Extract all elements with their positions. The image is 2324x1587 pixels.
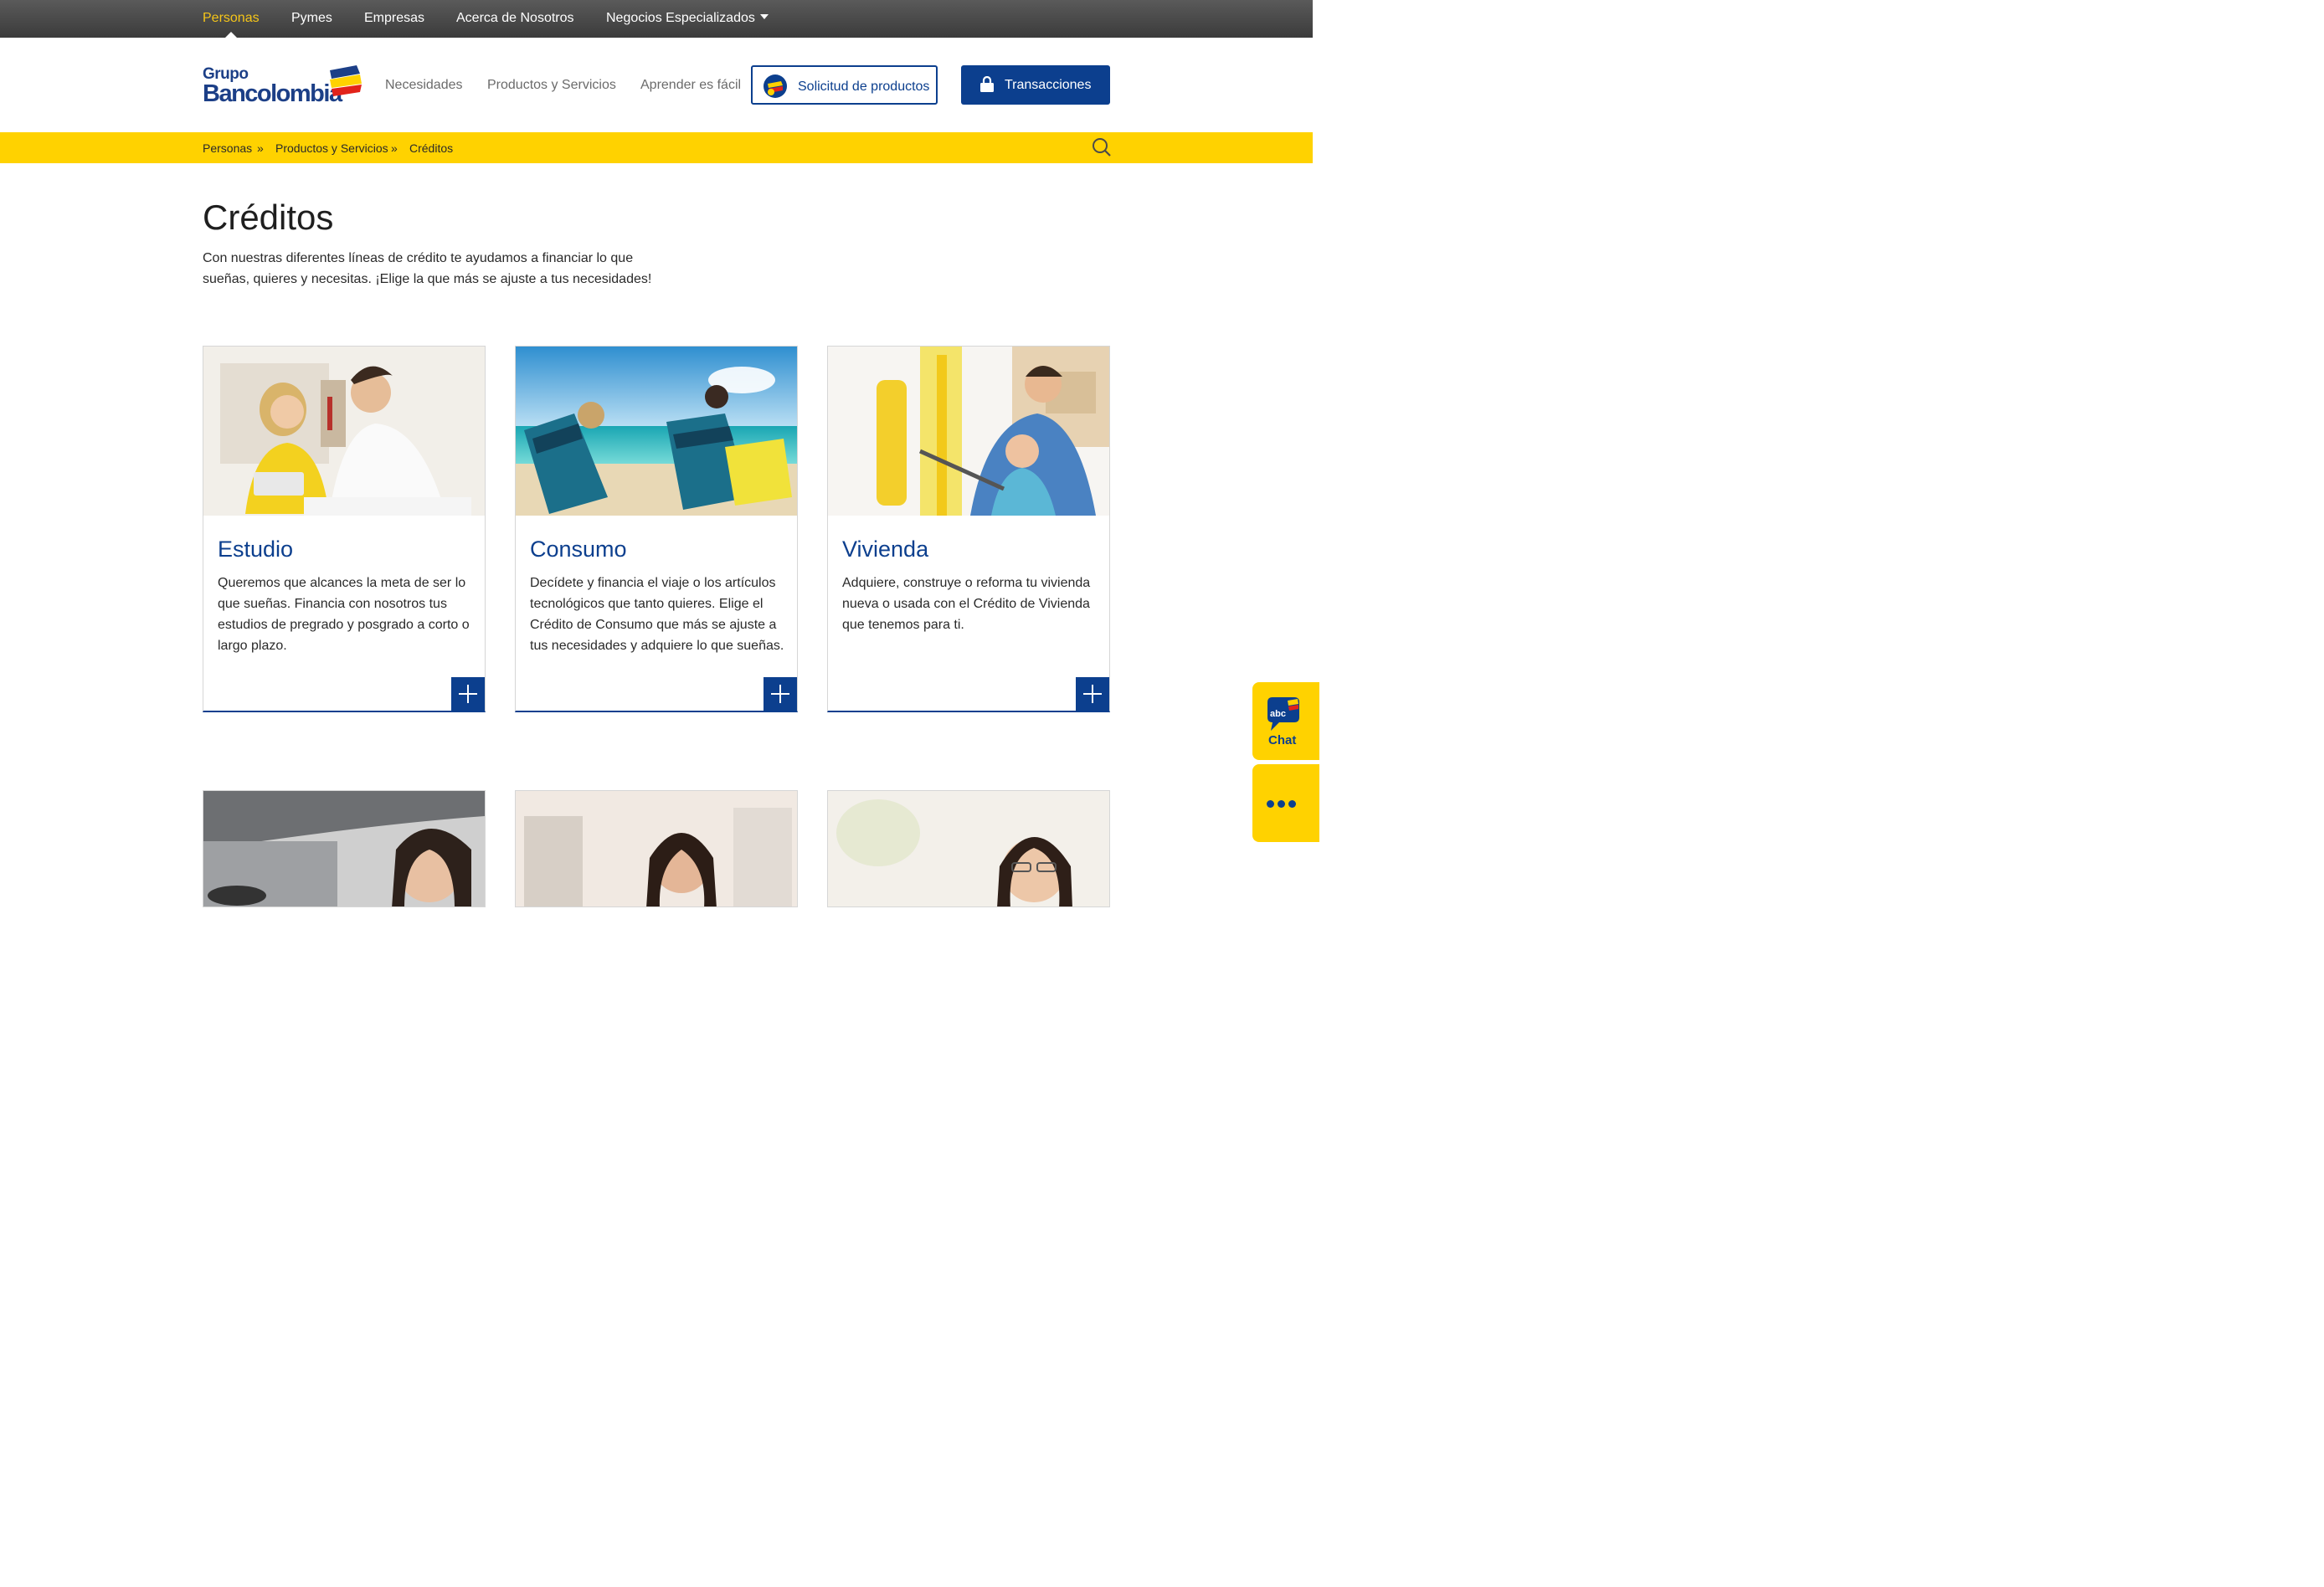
solicitud-label: Solicitud de productos	[798, 80, 930, 94]
page-intro: Con nuestras diferentes líneas de crédit…	[203, 251, 652, 286]
family-painting-photo	[828, 347, 1109, 516]
chat-widget[interactable]: abc Chat	[1252, 682, 1319, 760]
logo-line-bancolombia: Bancolombia	[203, 80, 342, 107]
top-nav-bar: Personas Pymes Empresas Acerca de Nosotr…	[0, 0, 1313, 38]
woman-shop-photo	[516, 791, 797, 906]
top-nav-negocios[interactable]: Negocios Especializados	[606, 11, 769, 26]
page-title: Créditos	[203, 198, 334, 237]
breadcrumb-productos[interactable]: Productos y Servicios	[275, 141, 388, 155]
header-nav-productos[interactable]: Productos y Servicios	[487, 78, 616, 93]
header-nav-necesidades[interactable]: Necesidades	[385, 78, 463, 93]
top-nav-negocios-label: Negocios Especializados	[606, 11, 755, 25]
active-indicator	[225, 32, 237, 38]
chat-icon-text: abc	[1270, 709, 1286, 719]
transacciones-button[interactable]: Transacciones	[961, 65, 1110, 105]
breadcrumb-separator: »	[391, 141, 398, 155]
plus-icon[interactable]	[451, 677, 485, 711]
transacciones-label: Transacciones	[1005, 78, 1092, 92]
chevron-down-icon	[759, 14, 769, 19]
search-icon[interactable]	[1092, 137, 1112, 157]
more-options-widget[interactable]	[1252, 764, 1319, 842]
woman-driving-photo	[203, 791, 485, 906]
top-nav-pymes[interactable]: Pymes	[291, 11, 332, 26]
couple-studying-photo	[203, 347, 485, 516]
credit-card-libre-inversion[interactable]	[515, 790, 798, 907]
mascot-icon	[764, 74, 787, 98]
breadcrumb-creditos: Créditos	[409, 141, 454, 155]
card-description: Adquiere, construye o reforma tu viviend…	[842, 576, 1091, 632]
credit-card-otros[interactable]	[827, 790, 1110, 907]
card-description: Queremos que alcances la meta de ser lo …	[218, 576, 470, 653]
plus-icon[interactable]	[1076, 677, 1109, 711]
beach-chairs-photo	[516, 347, 797, 516]
credit-card-consumo[interactable]: Consumo Decídete y financia el viaje o l…	[515, 346, 798, 712]
plus-icon[interactable]	[764, 677, 797, 711]
credit-card-vivienda[interactable]: Vivienda Adquiere, construye o reforma t…	[827, 346, 1110, 712]
credit-card-estudio[interactable]: Estudio Queremos que alcances la meta de…	[203, 346, 486, 712]
bancolombia-logo[interactable]: Grupo Bancolombia	[203, 65, 362, 107]
breadcrumb-separator: »	[257, 141, 264, 155]
logo-flag-icon	[330, 65, 362, 96]
more-dot-icon	[1278, 800, 1285, 808]
credit-card-vehiculo[interactable]	[203, 790, 486, 907]
top-nav-empresas[interactable]: Empresas	[364, 11, 424, 26]
card-title[interactable]: Consumo	[530, 537, 627, 562]
card-title[interactable]: Vivienda	[842, 537, 928, 562]
card-title[interactable]: Estudio	[218, 537, 293, 562]
card-description: Decídete y financia el viaje o los artíc…	[530, 576, 784, 653]
woman-glasses-photo	[828, 791, 1109, 906]
more-dot-icon	[1267, 800, 1274, 808]
more-dot-icon	[1288, 800, 1296, 808]
chat-label: Chat	[1268, 733, 1297, 747]
top-nav-acerca[interactable]: Acerca de Nosotros	[456, 11, 574, 26]
breadcrumb: Personas » Productos y Servicios » Crédi…	[0, 132, 1313, 163]
solicitud-productos-button[interactable]: Solicitud de productos	[751, 65, 938, 105]
chat-bubble-icon: abc	[1267, 697, 1299, 731]
breadcrumb-personas[interactable]: Personas	[203, 141, 252, 155]
top-nav-personas[interactable]: Personas	[203, 11, 260, 26]
lock-icon	[980, 76, 994, 92]
header-nav-aprender[interactable]: Aprender es fácil	[640, 78, 741, 93]
